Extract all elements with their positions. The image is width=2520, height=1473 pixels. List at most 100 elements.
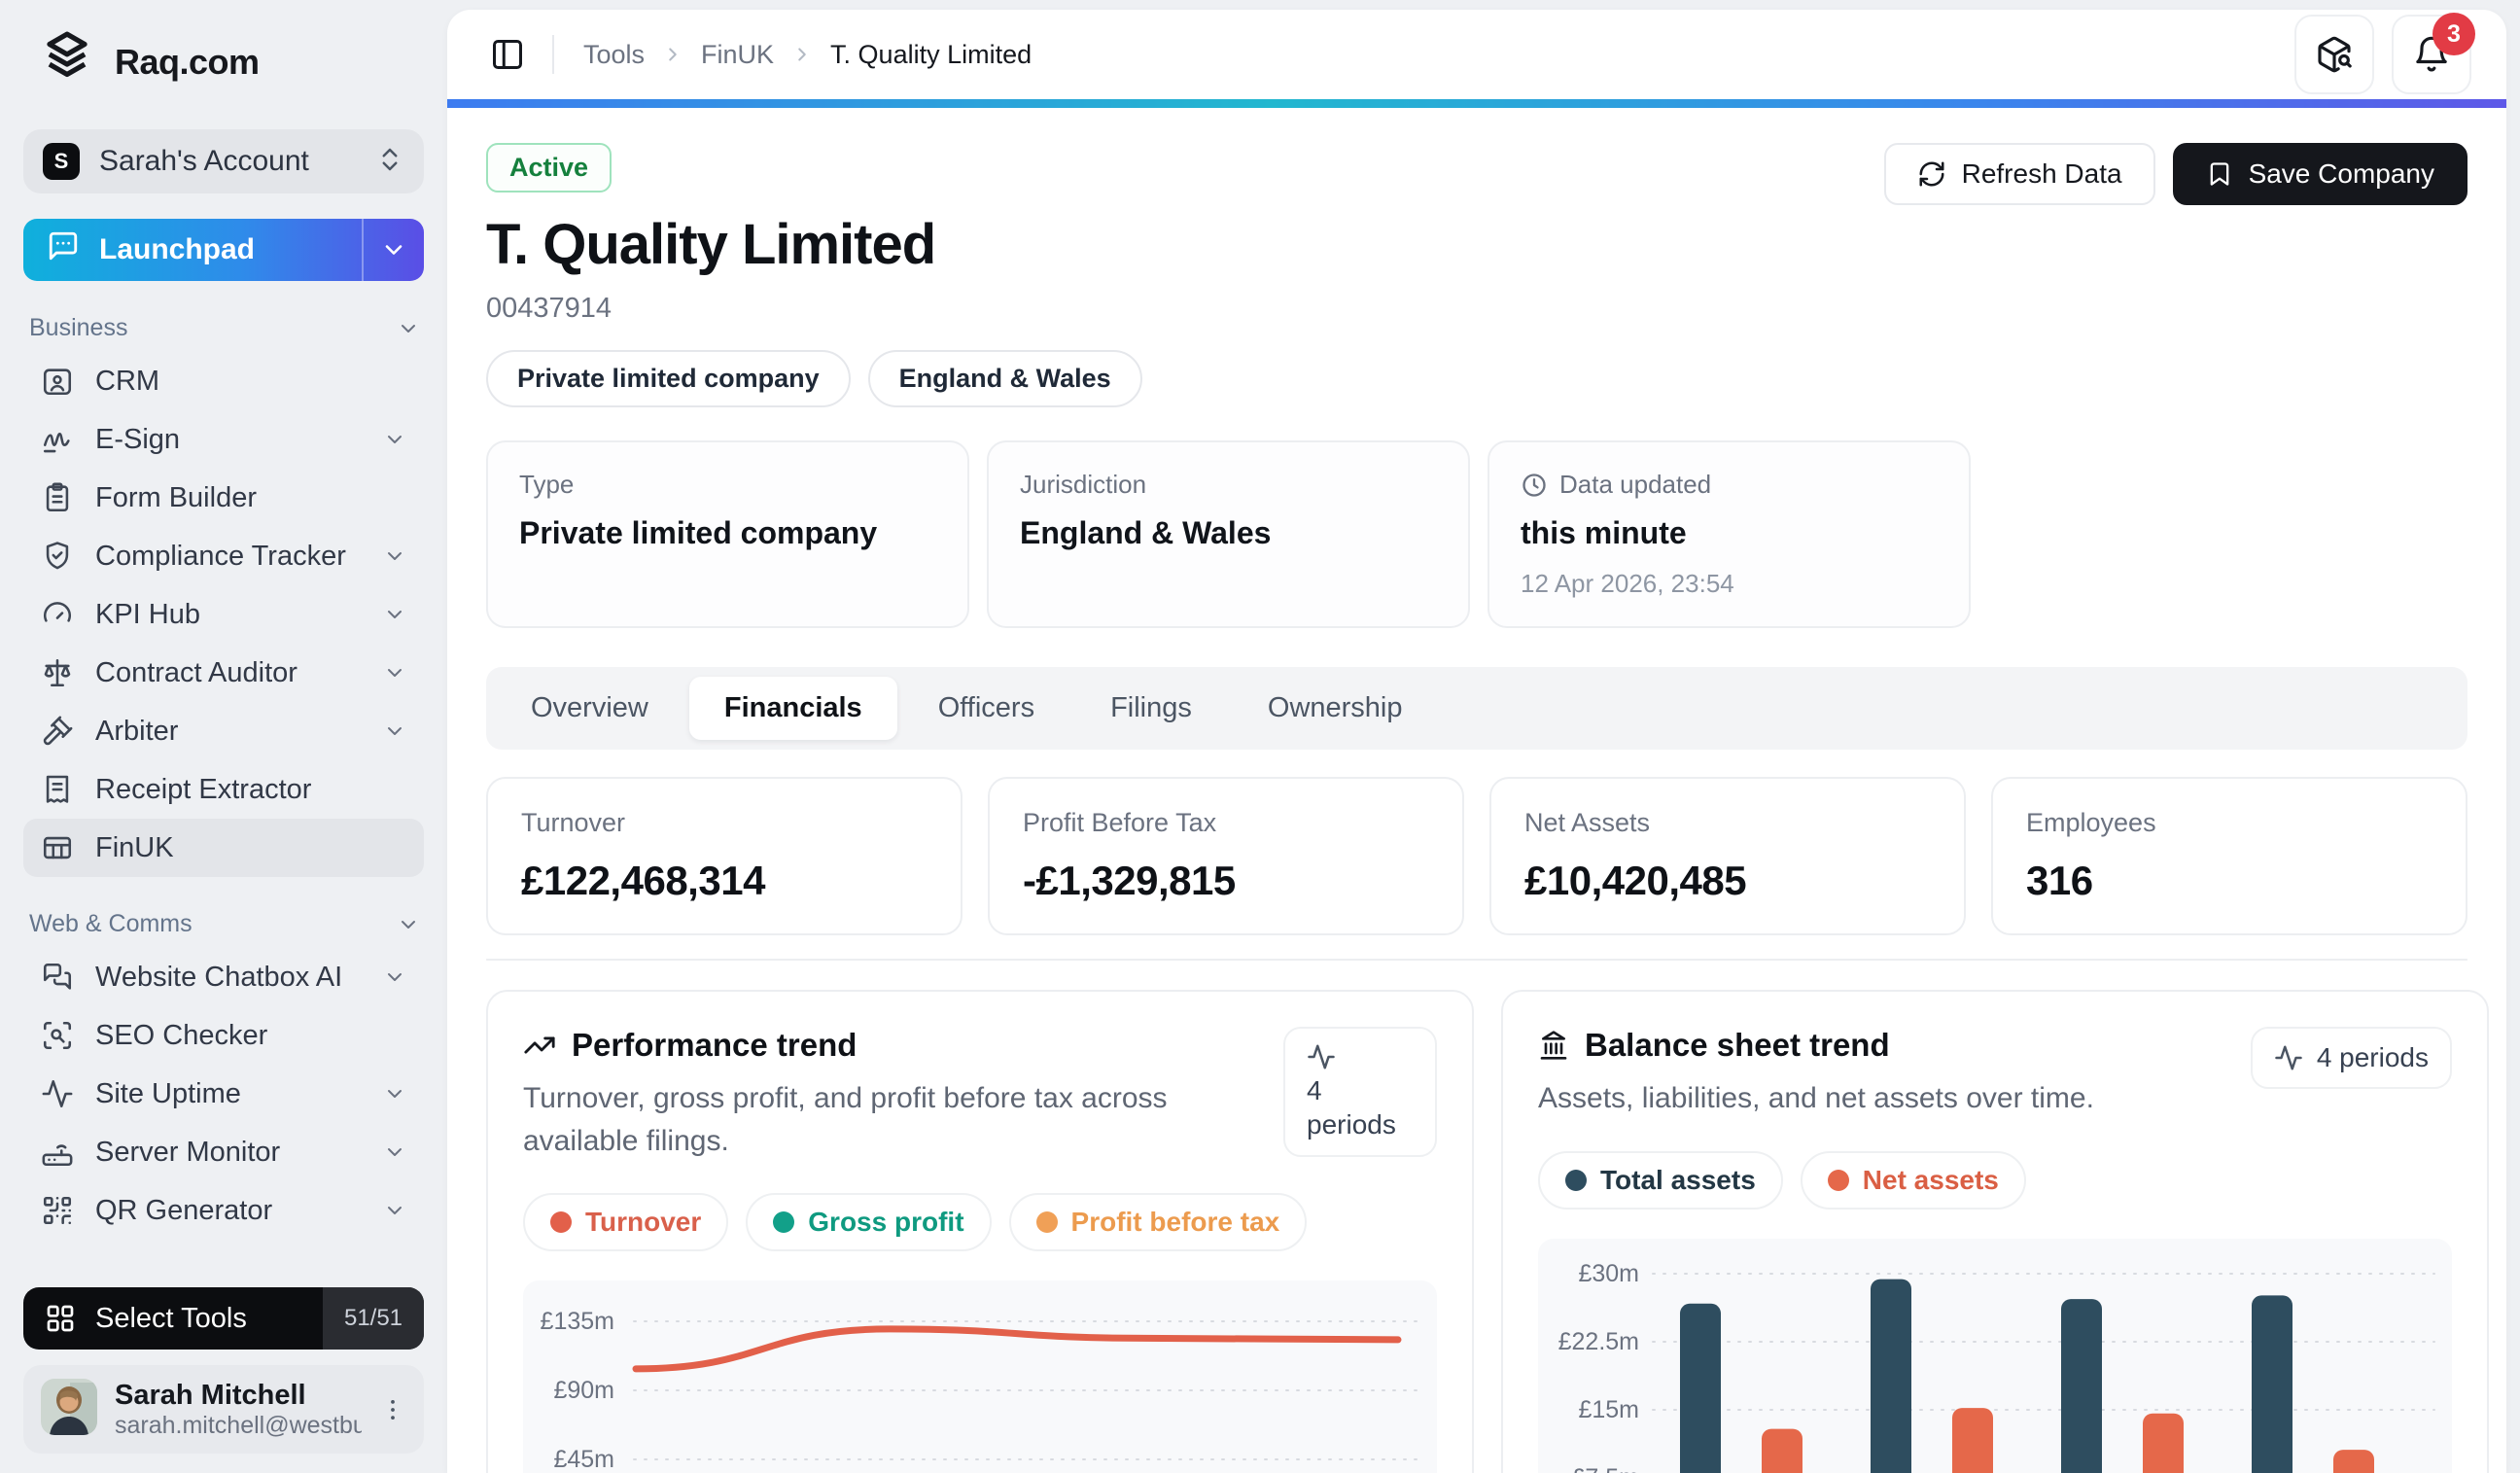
chevron-down-icon (388, 611, 402, 618)
sidebar-item-server-monitor[interactable]: Server Monitor (23, 1123, 424, 1181)
layers-logo-icon (37, 29, 97, 94)
sidebar-item-e-sign[interactable]: E-Sign (23, 410, 424, 469)
charts: Performance trend Turnover, gross profit… (486, 990, 2489, 1473)
chevron-right-icon (798, 48, 806, 61)
layout-grid-icon (47, 1305, 74, 1332)
legend-dot (550, 1211, 572, 1233)
tab-filings[interactable]: Filings (1075, 677, 1227, 740)
bar-net-assets (2143, 1413, 2184, 1473)
legend-total-assets[interactable]: Total assets (1538, 1150, 1783, 1210)
save-company-button[interactable]: Save Company (2172, 143, 2468, 205)
legend-gross-profit[interactable]: Gross profit (746, 1193, 992, 1251)
tab-financials[interactable]: Financials (688, 677, 897, 740)
qr-code-icon (43, 1196, 72, 1225)
sidebar-item-site-uptime[interactable]: Site Uptime (23, 1065, 424, 1123)
tab-ownership[interactable]: Ownership (1233, 677, 1438, 740)
sidebar-item-receipt-extractor[interactable]: Receipt Extractor (23, 760, 424, 819)
page-title: T. Quality Limited (486, 213, 936, 276)
user-email: sarah.mitchell@westbur... (115, 1411, 362, 1439)
tabs: Overview Financials Officers Filings Own… (486, 667, 2468, 750)
dots-vertical-icon[interactable] (379, 1396, 406, 1423)
sidebar-item-seo-checker[interactable]: SEO Checker (23, 1006, 424, 1065)
main-panel: Tools FinUK T. Quality Limited 3 Active … (447, 10, 2506, 1473)
chart-subtitle: Assets, liabilities, and net assets over… (1538, 1082, 2094, 1114)
messages-icon (43, 963, 72, 990)
select-tools-button[interactable]: Select Tools 51/51 (23, 1287, 424, 1350)
notifications-button[interactable]: 3 (2392, 13, 2475, 94)
legend-profit-before-tax[interactable]: Profit before tax (1008, 1193, 1308, 1251)
sidebar-item-label: FinUK (95, 831, 174, 863)
section-web-comms[interactable]: Web & Comms (29, 910, 420, 938)
sidebar-item-label: Contract Auditor (95, 656, 298, 688)
refresh-data-button[interactable]: Refresh Data (1883, 143, 2155, 205)
info-card-data-updated: Data updated this minute 12 Apr 2026, 23… (1488, 440, 1971, 628)
user-name: Sarah Mitchell (115, 1379, 306, 1411)
balance-legend: Total assets Net assets (1538, 1150, 2452, 1210)
ytick: £90m (553, 1377, 614, 1404)
info-card-label: Jurisdiction (1020, 470, 1147, 499)
chevron-down-icon (388, 1090, 402, 1098)
sidebar-item-kpi-hub[interactable]: KPI Hub (23, 585, 424, 644)
launchpad-button[interactable]: Launchpad (23, 219, 424, 281)
legend-dot (1565, 1169, 1587, 1191)
chart-title: Balance sheet trend (1585, 1027, 1890, 1063)
refresh-data-label: Refresh Data (1961, 158, 2122, 189)
sidebar-item-label: Server Monitor (95, 1136, 281, 1168)
sidebar-item-crm[interactable]: CRM (23, 352, 424, 410)
bank-icon (1540, 1031, 1567, 1060)
metric-label: Turnover (521, 808, 626, 837)
divider (552, 35, 554, 74)
avatar (41, 1379, 97, 1440)
panel-left-icon (493, 40, 522, 69)
chevron-down-icon (388, 973, 402, 981)
launchpad-caret[interactable] (362, 219, 424, 281)
chevron-down-icon (388, 436, 402, 443)
legend-turnover[interactable]: Turnover (523, 1193, 729, 1251)
balance-sheet-trend-card: Balance sheet trend Assets, liabilities,… (1501, 990, 2489, 1473)
sidebar-item-label: QR Generator (95, 1194, 273, 1226)
sidebar-item-compliance-tracker[interactable]: Compliance Tracker (23, 527, 424, 585)
ytick: £15m (1578, 1396, 1639, 1423)
breadcrumb-current: T. Quality Limited (830, 39, 1032, 69)
periods-badge-label: 4 periods (1307, 1075, 1396, 1140)
sidebar-item-label: Site Uptime (95, 1077, 241, 1109)
table-icon (43, 836, 72, 859)
sidebar-item-form-builder[interactable]: Form Builder (23, 469, 424, 527)
metric-label: Net Assets (1524, 808, 1651, 837)
sidebar-item-contract-auditor[interactable]: Contract Auditor (23, 644, 424, 702)
tab-overview[interactable]: Overview (496, 677, 683, 740)
account-switcher[interactable]: S Sarah's Account (23, 129, 424, 193)
sidebar-item-finuk[interactable]: FinUK (23, 819, 424, 877)
sidebar-toggle-button[interactable] (490, 37, 525, 72)
tab-officers[interactable]: Officers (903, 677, 1069, 740)
bar-net-assets (2333, 1449, 2374, 1473)
chart-title: Performance trend (572, 1027, 858, 1063)
periods-badge-label: 4 periods (2316, 1042, 2429, 1072)
info-card-value: England & Wales (1020, 515, 1272, 550)
bar-total-assets (2061, 1298, 2102, 1473)
balance-chart-svg: £30m £22.5m £15m £7.5m (1558, 1260, 2435, 1473)
chevrons-up-down-icon (375, 145, 404, 179)
info-card-label: Data updated (1559, 470, 1712, 499)
package-search-button[interactable] (2294, 15, 2374, 94)
sidebar-item-qr-generator[interactable]: QR Generator (23, 1181, 424, 1240)
select-tools-count-badge: 51/51 (323, 1287, 424, 1350)
account-avatar: S (43, 143, 80, 180)
balance-chart: £30m £22.5m £15m £7.5m (1538, 1238, 2452, 1473)
package-search-icon (2318, 36, 2352, 73)
chevron-down-icon (388, 1148, 402, 1156)
legend-net-assets[interactable]: Net assets (1800, 1150, 2026, 1210)
sidebar-item-label: Arbiter (95, 715, 179, 747)
chevron-down-icon (388, 552, 402, 560)
status-badge: Active (486, 143, 612, 193)
signature-icon (43, 433, 70, 453)
breadcrumb-tools[interactable]: Tools (583, 40, 645, 70)
section-business[interactable]: Business (29, 314, 420, 342)
sidebar-item-website-chatbox-ai[interactable]: Website Chatbox AI (23, 948, 424, 1006)
breadcrumb-finuk[interactable]: FinUK (701, 40, 774, 70)
user-card[interactable]: Sarah Mitchell sarah.mitchell@westbur... (23, 1365, 424, 1454)
metric-profit-before-tax: Profit Before Tax -£1,329,815 (988, 777, 1464, 935)
brand-name: Raq.com (115, 41, 260, 82)
sidebar-item-arbiter[interactable]: Arbiter (23, 702, 424, 760)
chart-subtitle: Turnover, gross profit, and profit befor… (523, 1082, 1168, 1157)
